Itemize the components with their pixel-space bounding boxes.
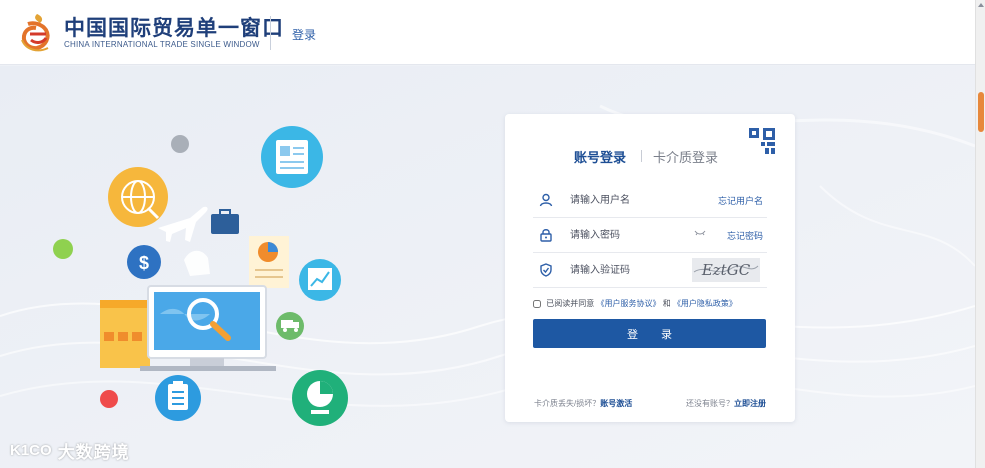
scroll-up-arrow-icon[interactable] <box>976 0 985 10</box>
register-row: 还没有账号？立即注册 <box>686 398 766 409</box>
truck-icon <box>276 312 304 340</box>
shipping-boxes-icon <box>100 300 150 368</box>
card-lost-text: 卡介质丢失/损坏？ <box>534 399 601 408</box>
clipboard-icon <box>155 375 201 421</box>
captcha-text: EztGC <box>701 261 751 279</box>
username-input[interactable] <box>570 192 690 208</box>
watermark: K1CO 大数跨境 <box>10 438 130 462</box>
login-card: 账号登录 卡介质登录 忘记用户名 忘记密码 <box>505 114 795 422</box>
pie-report-icon <box>249 236 289 288</box>
password-field: 忘记密码 <box>533 219 767 253</box>
user-icon <box>539 193 553 207</box>
logo-title-cn: 中国国际贸易单一窗口 <box>64 17 284 40</box>
red-dot-icon <box>100 390 118 408</box>
privacy-policy-link[interactable]: 《用户隐私政策》 <box>673 299 737 308</box>
dollar-icon: $ <box>127 245 161 279</box>
pie-chart-icon <box>292 370 348 426</box>
login-button[interactable]: 登 录 <box>533 319 766 348</box>
card-lost-row: 卡介质丢失/损坏？账号激活 <box>534 398 632 409</box>
eye-closed-icon[interactable] <box>694 230 706 236</box>
handshake-icon <box>184 250 210 276</box>
no-account-text: 还没有账号？ <box>686 399 734 408</box>
agreement-prefix: 已阅读并同意 <box>546 299 595 308</box>
trade-illustration: $ <box>53 126 348 426</box>
forgot-username-link[interactable]: 忘记用户名 <box>718 194 763 207</box>
agreement-checkbox[interactable] <box>533 299 541 308</box>
monitor-search-icon <box>140 285 276 371</box>
tab-separator <box>641 150 642 162</box>
airplane-icon <box>158 206 208 242</box>
scrollbar-thumb[interactable] <box>978 92 984 132</box>
green-dot-icon <box>53 239 73 259</box>
gray-dot-icon <box>171 135 189 153</box>
watermark-logo: K1CO <box>10 441 52 459</box>
service-agreement-link[interactable]: 《用户服务协议》 <box>596 299 660 308</box>
agreement-and: 和 <box>662 299 671 308</box>
page-scrollbar[interactable] <box>975 0 985 468</box>
document-icon <box>261 126 323 188</box>
account-activate-link[interactable]: 账号激活 <box>600 399 632 408</box>
agreement-row: 已阅读并同意 《用户服务协议》 和 《用户隐私政策》 <box>533 298 737 309</box>
captcha-image[interactable]: EztGC <box>692 258 760 282</box>
captcha-field: EztGC <box>533 254 767 288</box>
svg-text:$: $ <box>139 253 149 273</box>
tab-card-login[interactable]: 卡介质登录 <box>653 147 718 166</box>
captcha-input[interactable] <box>570 262 690 278</box>
globe-search-icon <box>108 167 168 227</box>
logo-title-en: CHINA INTERNATIONAL TRADE SINGLE WINDOW <box>64 40 260 49</box>
forgot-password-link[interactable]: 忘记密码 <box>727 229 763 242</box>
register-now-link[interactable]: 立即注册 <box>734 399 766 408</box>
single-window-logo-icon <box>21 14 50 52</box>
top-header: 中国国际贸易单一窗口 CHINA INTERNATIONAL TRADE SIN… <box>0 0 975 65</box>
watermark-text: 大数跨境 <box>57 442 130 462</box>
header-login-link[interactable]: 登录 <box>292 26 316 43</box>
password-input[interactable] <box>570 227 690 243</box>
briefcase-icon <box>211 209 239 234</box>
header-divider <box>270 16 271 50</box>
lock-icon <box>540 229 552 242</box>
tab-account-login[interactable]: 账号登录 <box>574 147 626 166</box>
bar-chart-icon <box>299 259 341 301</box>
username-field: 忘记用户名 <box>533 184 767 218</box>
shield-check-icon <box>540 263 552 277</box>
login-tabs: 账号登录 卡介质登录 <box>505 147 795 167</box>
